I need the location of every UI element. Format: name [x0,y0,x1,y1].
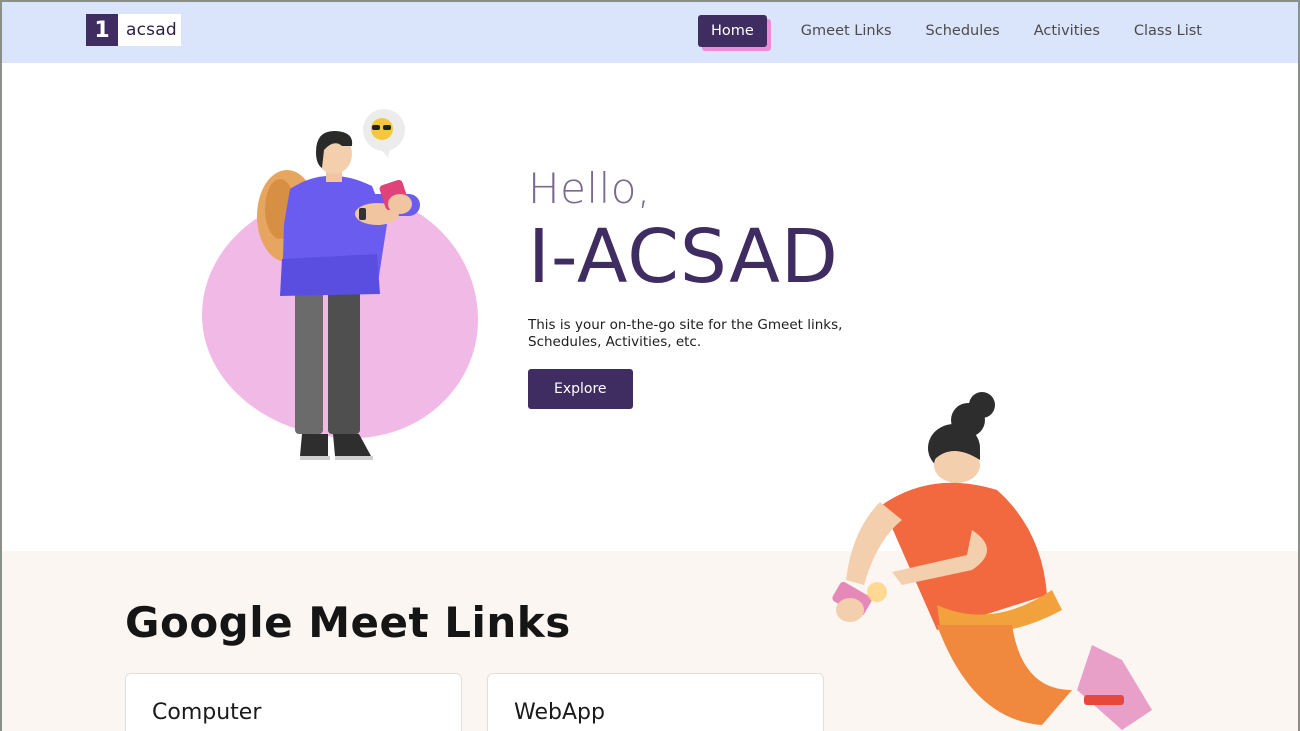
hero-text: Hello, I-ACSAD This is your on-the-go si… [528,164,858,409]
nav-item-gmeet-links[interactable]: Gmeet Links [801,16,892,46]
sunglasses-emoji-icon [363,109,405,158]
gmeet-card-computer[interactable]: Computer [125,673,462,731]
gmeet-section-title: Google Meet Links [125,598,571,647]
hero-title: I-ACSAD [528,214,839,300]
nav-item-class-list[interactable]: Class List [1134,16,1202,46]
card-title: WebApp [514,700,605,725]
navbar: 1 acsad Home Gmeet Links Schedules Activ… [2,2,1298,63]
nav-links: Home Gmeet Links Schedules Activities Cl… [697,15,1202,47]
brand-logo[interactable]: 1 acsad [86,14,181,46]
card-title: Computer [152,700,262,725]
hero-greeting: Hello, [528,164,651,213]
explore-button[interactable]: Explore [528,369,633,409]
nav-item-activities[interactable]: Activities [1034,16,1100,46]
nav-item-schedules[interactable]: Schedules [926,16,1000,46]
nav-item-home[interactable]: Home [697,15,767,47]
person-with-phone-illustration [257,109,420,460]
hero-tagline: This is your on-the-go site for the Gmee… [528,317,843,350]
logo-number: 1 [86,14,118,46]
girl-with-phone-illustration [832,392,1152,730]
logo-name: acsad [126,20,177,40]
gmeet-card-webapp[interactable]: WebApp [487,673,824,731]
